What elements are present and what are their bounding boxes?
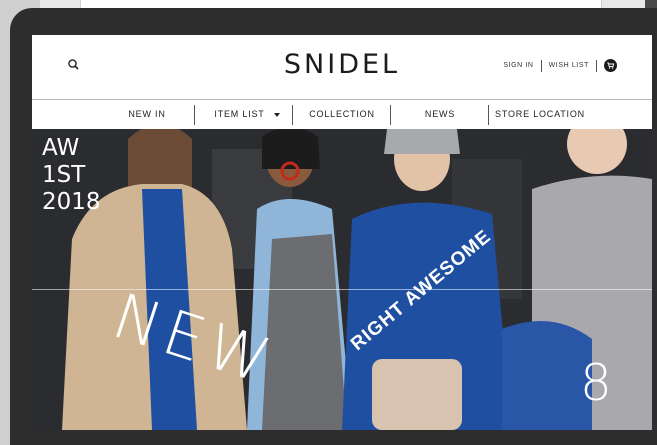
wish-list-link[interactable]: WISH LIST [549,62,589,69]
header-utilities: SIGN IN WISH LIST [503,59,617,72]
hero-title-line: AW [42,135,80,161]
hero-photo-illustration [32,129,652,430]
cart-icon[interactable] [604,59,617,72]
nav-collection[interactable]: COLLECTION [294,100,390,129]
hero-title: AW 1ST 2018 [42,135,101,216]
tablet-screen: SNIDEL SIGN IN WISH LIST NEW IN ITEM LIS… [32,35,652,430]
nav-news[interactable]: NEWS [392,100,488,129]
caret-down-icon [273,112,280,117]
tablet-device: SNIDEL SIGN IN WISH LIST NEW IN ITEM LIS… [10,8,657,445]
main-nav: NEW IN ITEM LIST COLLECTION NEWS STORE L… [32,99,652,130]
nav-item-list-label: ITEM LIST [214,109,265,119]
divider [540,59,542,72]
nav-item-list[interactable]: ITEM LIST [197,100,297,129]
nav-divider [194,105,195,125]
sign-in-link[interactable]: SIGN IN [503,62,533,69]
hero-title-line: 1ST [42,162,86,188]
nav-divider [488,105,489,125]
hero-banner[interactable]: AW 1ST 2018 RIGHT AWESOME NEW 8 [32,129,652,430]
nav-store-location[interactable]: STORE LOCATION [490,100,590,129]
hero-title-line: 2018 [42,189,101,215]
divider [596,59,597,72]
nav-new-in[interactable]: NEW IN [102,100,192,129]
nav-divider [390,105,391,125]
nav-divider [292,105,293,125]
hero-overlay-digit: 8 [580,354,618,412]
site-header: SNIDEL SIGN IN WISH LIST [32,35,652,99]
